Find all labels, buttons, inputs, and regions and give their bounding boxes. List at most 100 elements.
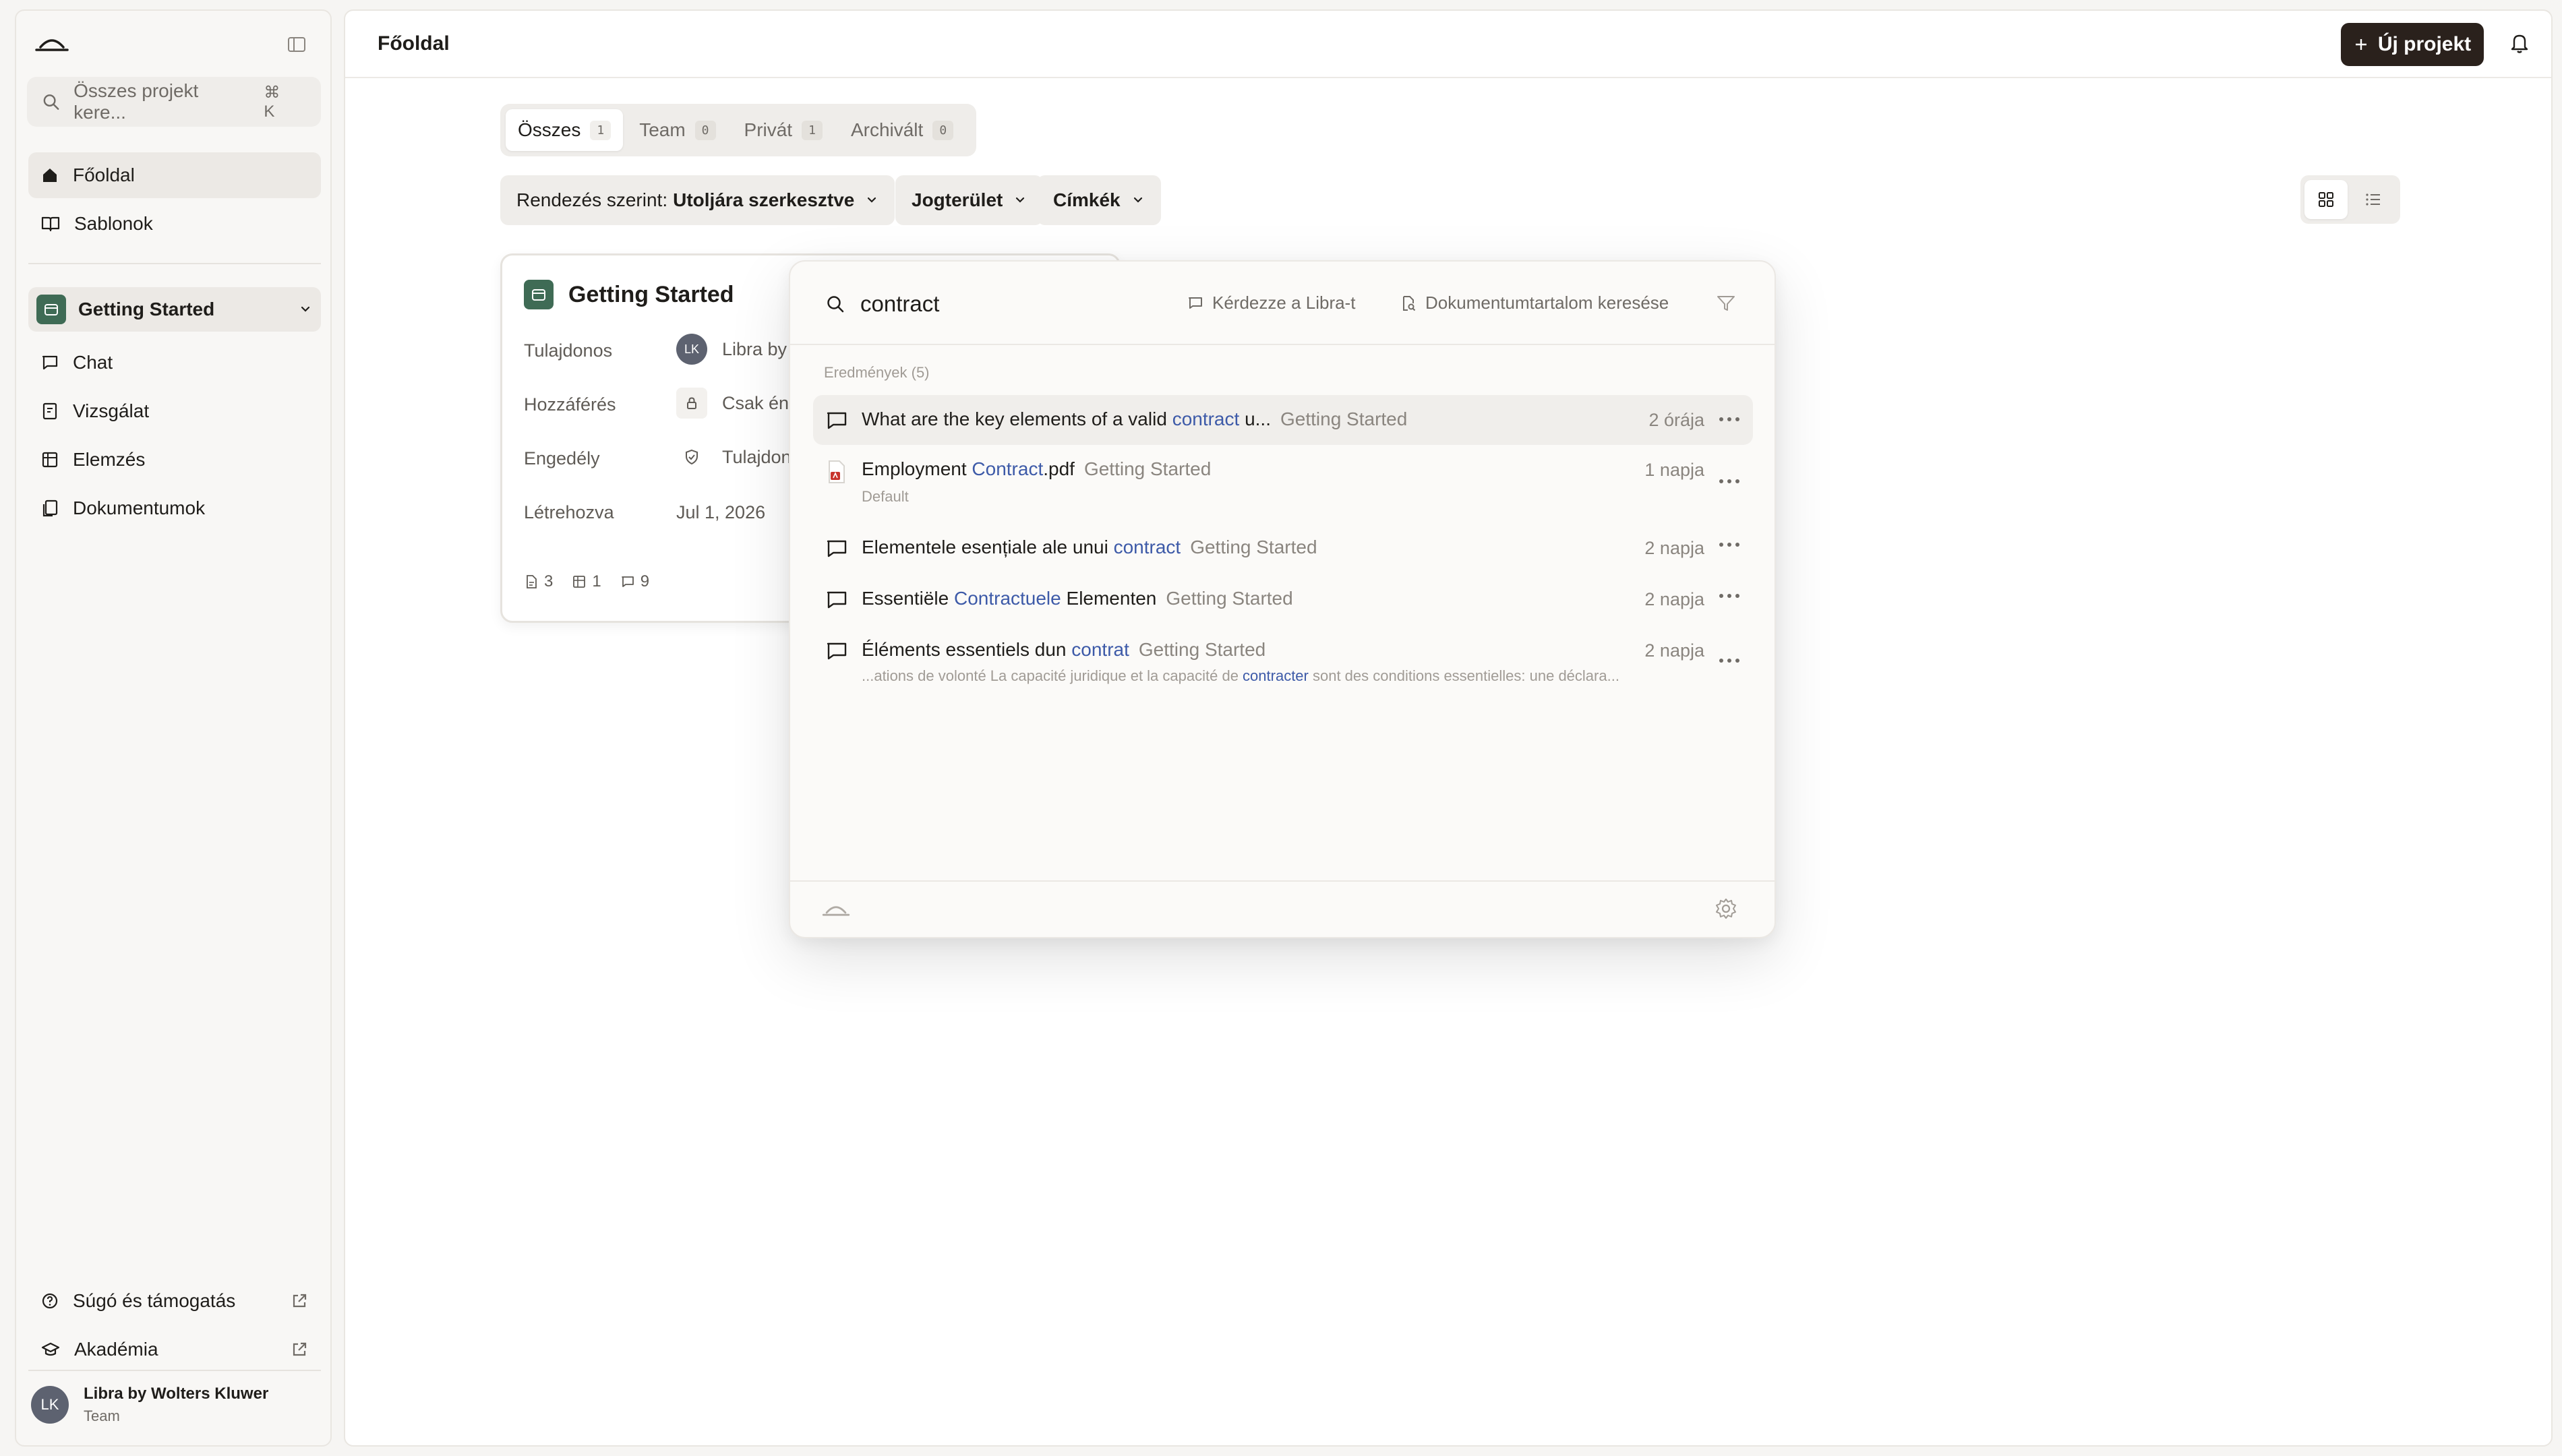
results-label: Eredmények (5) bbox=[824, 364, 930, 381]
sidebar-toggle-icon bbox=[288, 37, 305, 52]
more-options-icon[interactable] bbox=[1718, 657, 1741, 665]
tab-count: 1 bbox=[802, 120, 823, 140]
table-icon bbox=[573, 576, 586, 588]
sidebar-item-analysis[interactable]: Elemzés bbox=[28, 437, 321, 483]
tab-archived[interactable]: Archivált 0 bbox=[839, 109, 965, 151]
tab-all[interactable]: Összes 1 bbox=[506, 109, 624, 151]
list-view-button[interactable] bbox=[2352, 180, 2395, 219]
result-title: Elementele esențiale ale unui contract Ge… bbox=[862, 537, 1317, 557]
document-content-search-button[interactable]: Dokumentumtartalom keresése bbox=[1400, 293, 1669, 313]
sidebar-item-documents[interactable]: Dokumentumok bbox=[28, 485, 321, 531]
sidebar-item-label: Akadémia bbox=[74, 1339, 158, 1360]
view-toggle bbox=[2300, 175, 2400, 224]
project-name: Getting Started bbox=[78, 299, 215, 320]
chevron-down-icon bbox=[868, 197, 876, 203]
bell-icon[interactable] bbox=[2508, 31, 2531, 55]
libra-logo-icon bbox=[822, 906, 850, 916]
ask-libra-button[interactable]: Kérdezze a Libra-t bbox=[1187, 293, 1355, 313]
project-badge bbox=[524, 280, 554, 309]
search-footer bbox=[790, 880, 1775, 937]
project-search-input[interactable]: Összes projekt kere... ⌘ K bbox=[27, 77, 321, 127]
search-popup: contract Kérdezze a Libra-t Dokumentumta… bbox=[789, 260, 1776, 938]
academy-icon bbox=[41, 1342, 60, 1356]
more-options-icon[interactable] bbox=[1718, 592, 1741, 600]
project-selector[interactable]: Getting Started bbox=[28, 287, 321, 332]
result-subtitle: Default bbox=[862, 488, 909, 505]
result-time: 2 órája bbox=[1648, 410, 1704, 430]
result-time: 2 napja bbox=[1644, 589, 1704, 609]
document-search-icon bbox=[1403, 295, 1416, 311]
sidebar-item-review[interactable]: Vizsgálat bbox=[28, 388, 321, 434]
owner-name: Libra by bbox=[722, 338, 787, 359]
access-text: Csak én bbox=[722, 392, 790, 413]
libra-logo-icon[interactable] bbox=[34, 30, 70, 57]
sidebar: Összes projekt kere... ⌘ K Főoldal Sablo… bbox=[15, 9, 332, 1447]
jurisdiction-dropdown[interactable]: Jogterület bbox=[895, 175, 1044, 225]
access-label: Hozzáférés bbox=[524, 394, 616, 415]
sidebar-item-label: Sablonok bbox=[74, 213, 153, 234]
more-options-icon[interactable] bbox=[1718, 541, 1741, 549]
lock-icon bbox=[687, 397, 696, 409]
sidebar-item-home[interactable]: Főoldal bbox=[28, 152, 321, 198]
result-title: What are the key elements of a valid con… bbox=[862, 408, 1408, 429]
more-options-icon[interactable] bbox=[1718, 477, 1741, 485]
result-project: Getting Started bbox=[1138, 639, 1266, 660]
tab-count: 1 bbox=[590, 120, 612, 140]
sidebar-item-help[interactable]: Súgó és támogatás bbox=[28, 1278, 321, 1324]
search-result[interactable]: What are the key elements of a valid con… bbox=[813, 395, 1753, 445]
collapse-sidebar-button[interactable] bbox=[283, 31, 310, 58]
sidebar-divider bbox=[28, 1370, 321, 1371]
search-shortcut: ⌘ K bbox=[264, 83, 285, 121]
search-query-input[interactable]: contract bbox=[825, 291, 939, 317]
chat-icon bbox=[827, 540, 847, 557]
sidebar-item-academy[interactable]: Akadémia bbox=[28, 1327, 321, 1372]
sidebar-item-templates[interactable]: Sablonok bbox=[28, 201, 321, 247]
chat-icon bbox=[621, 576, 634, 587]
tab-team[interactable]: Team 0 bbox=[627, 109, 727, 151]
tags-dropdown[interactable]: Címkék bbox=[1037, 175, 1161, 225]
search-result[interactable]: Elementele esențiale ale unui contract Ge… bbox=[813, 523, 1753, 573]
search-result[interactable]: Essentiële Contractuele Elementen Getting… bbox=[813, 574, 1753, 624]
access-value: Csak én bbox=[676, 388, 789, 419]
avatar: LK bbox=[31, 1386, 69, 1424]
result-time: 2 napja bbox=[1644, 640, 1704, 661]
help-icon bbox=[42, 1293, 58, 1309]
chat-icon bbox=[827, 412, 847, 429]
sort-dropdown[interactable]: Rendezés szerint: Utoljára szerkesztve bbox=[500, 175, 895, 225]
user-menu[interactable]: LK Libra by Wolters Kluwer Team bbox=[31, 1385, 268, 1425]
tab-private[interactable]: Privát 1 bbox=[732, 109, 835, 151]
pdf-icon bbox=[829, 460, 845, 483]
result-project: Getting Started bbox=[1166, 588, 1293, 609]
result-title: Employment Contract.pdf Getting Started bbox=[862, 458, 1212, 479]
chat-icon bbox=[42, 355, 58, 370]
filter-icon[interactable] bbox=[1715, 293, 1737, 314]
chat-icon bbox=[827, 591, 847, 609]
search-result[interactable]: Éléments essentiels dun contrat Getting S… bbox=[813, 626, 1753, 693]
chat-icon bbox=[827, 642, 847, 660]
search-placeholder: Összes projekt kere... bbox=[73, 80, 199, 123]
sidebar-divider bbox=[28, 263, 321, 264]
chevron-down-icon bbox=[301, 306, 310, 312]
search-result[interactable]: Employment Contract.pdf Getting Started D… bbox=[813, 445, 1753, 510]
stat-value: 1 bbox=[592, 572, 601, 590]
avatar: LK bbox=[676, 334, 707, 365]
gear-icon[interactable] bbox=[1714, 897, 1738, 921]
shield-check-icon bbox=[686, 449, 698, 465]
chevron-down-icon bbox=[1016, 197, 1025, 203]
review-icon bbox=[42, 402, 57, 420]
permission-label: Engedély bbox=[524, 448, 600, 468]
new-project-button[interactable]: Új projekt bbox=[2341, 23, 2484, 66]
page-title: Főoldal bbox=[378, 32, 450, 55]
grid-view-button[interactable] bbox=[2304, 180, 2348, 219]
tab-label: Archivált bbox=[850, 119, 924, 140]
permission-text: Tulajdon bbox=[722, 446, 792, 467]
more-options-icon[interactable] bbox=[1718, 415, 1741, 423]
result-title: Essentiële Contractuele Elementen Getting… bbox=[862, 588, 1293, 609]
sidebar-item-chat[interactable]: Chat bbox=[28, 340, 321, 386]
document-content-search-label: Dokumentumtartalom keresése bbox=[1425, 293, 1669, 313]
result-time: 1 napja bbox=[1644, 460, 1704, 480]
plus-icon bbox=[2355, 39, 2366, 50]
folder-icon bbox=[532, 289, 545, 301]
sort-prefix: Rendezés szerint: bbox=[516, 189, 668, 210]
card-stats: 3 1 9 bbox=[524, 572, 649, 591]
